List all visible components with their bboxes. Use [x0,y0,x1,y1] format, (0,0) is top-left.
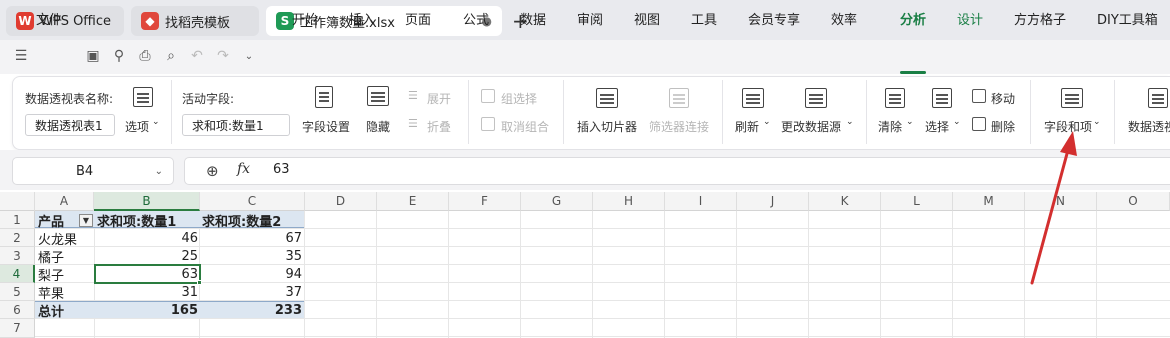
annotation-arrow [1030,131,1077,285]
